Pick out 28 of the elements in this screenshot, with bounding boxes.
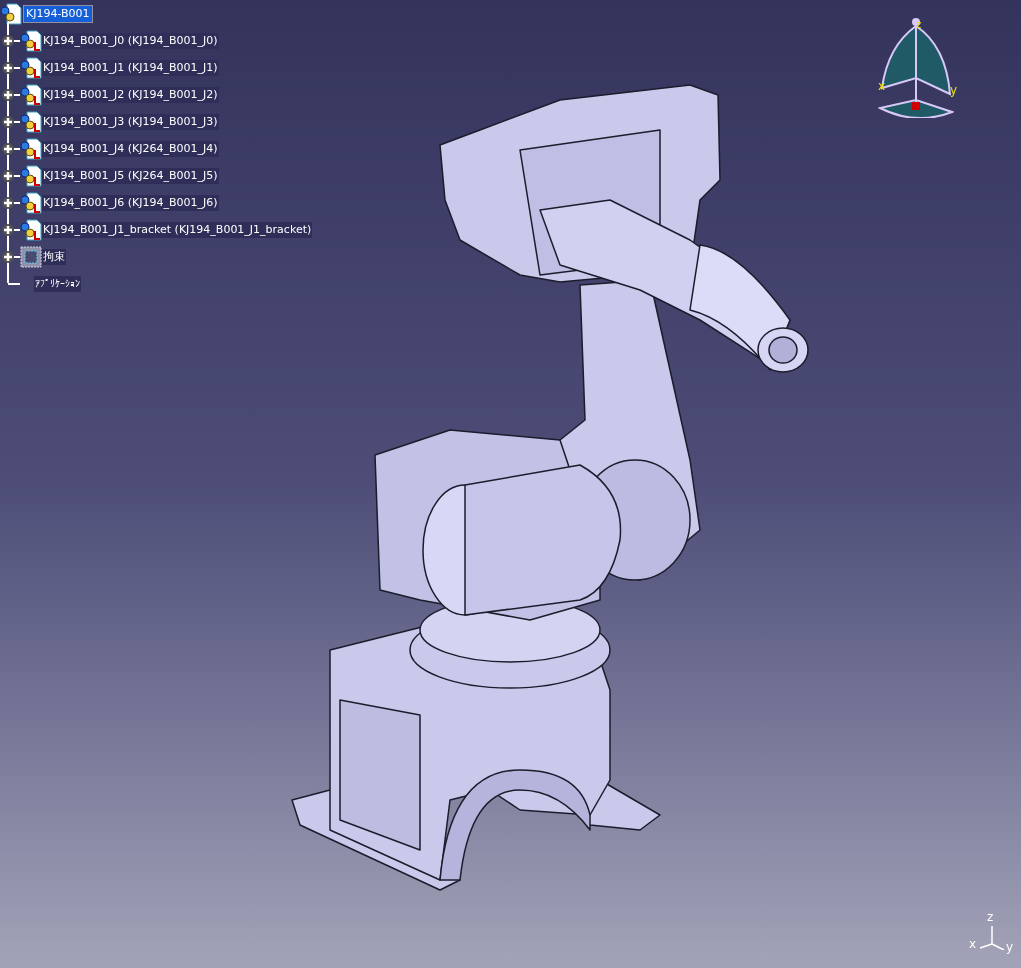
tree-item-label[interactable]: KJ194_B001_J6 (KJ194_B001_J6): [42, 194, 219, 211]
tree-item-label[interactable]: KJ194_B001_J1_bracket (KJ194_B001_J1_bracket): [42, 221, 313, 238]
expand-icon[interactable]: [2, 115, 14, 128]
axis-x-label: x: [969, 938, 977, 950]
tree-item-label[interactable]: ｱﾌﾟﾘｹｰｼｮﾝ: [34, 275, 81, 292]
expand-icon[interactable]: [2, 196, 14, 209]
expand-icon[interactable]: [2, 250, 14, 263]
axis-triad-icon: [978, 926, 1006, 950]
axis-y-label: y: [1006, 941, 1014, 953]
tree-item-label[interactable]: KJ194_B001_J3 (KJ194_B001_J3): [42, 113, 219, 130]
expand-icon[interactable]: [2, 88, 14, 101]
tree-item-label[interactable]: KJ194_B001_J2 (KJ194_B001_J2): [42, 86, 219, 103]
expand-icon[interactable]: [2, 169, 14, 182]
axis-z-label: z: [987, 911, 994, 923]
tree-root-label[interactable]: KJ194-B001: [23, 4, 93, 23]
expand-icon[interactable]: [2, 142, 14, 155]
tree-item-label[interactable]: KJ194_B001_J0 (KJ194_B001_J0): [42, 32, 219, 49]
compass-z-label: z: [916, 20, 922, 30]
expand-icon[interactable]: [2, 61, 14, 74]
expand-icon[interactable]: [2, 223, 14, 236]
compass-y-label: y: [950, 84, 958, 96]
tree-item-label[interactable]: KJ194_B001_J5 (KJ264_B001_J5): [42, 167, 219, 184]
tree-item-label[interactable]: 拘束: [42, 248, 66, 265]
constraints-icon: [20, 245, 42, 268]
expand-icon[interactable]: [2, 34, 14, 47]
tree-item-label[interactable]: KJ194_B001_J4 (KJ264_B001_J4): [42, 140, 219, 157]
tree-item-label[interactable]: KJ194_B001_J1 (KJ194_B001_J1): [42, 59, 219, 76]
compass-x-label: x: [878, 80, 886, 92]
